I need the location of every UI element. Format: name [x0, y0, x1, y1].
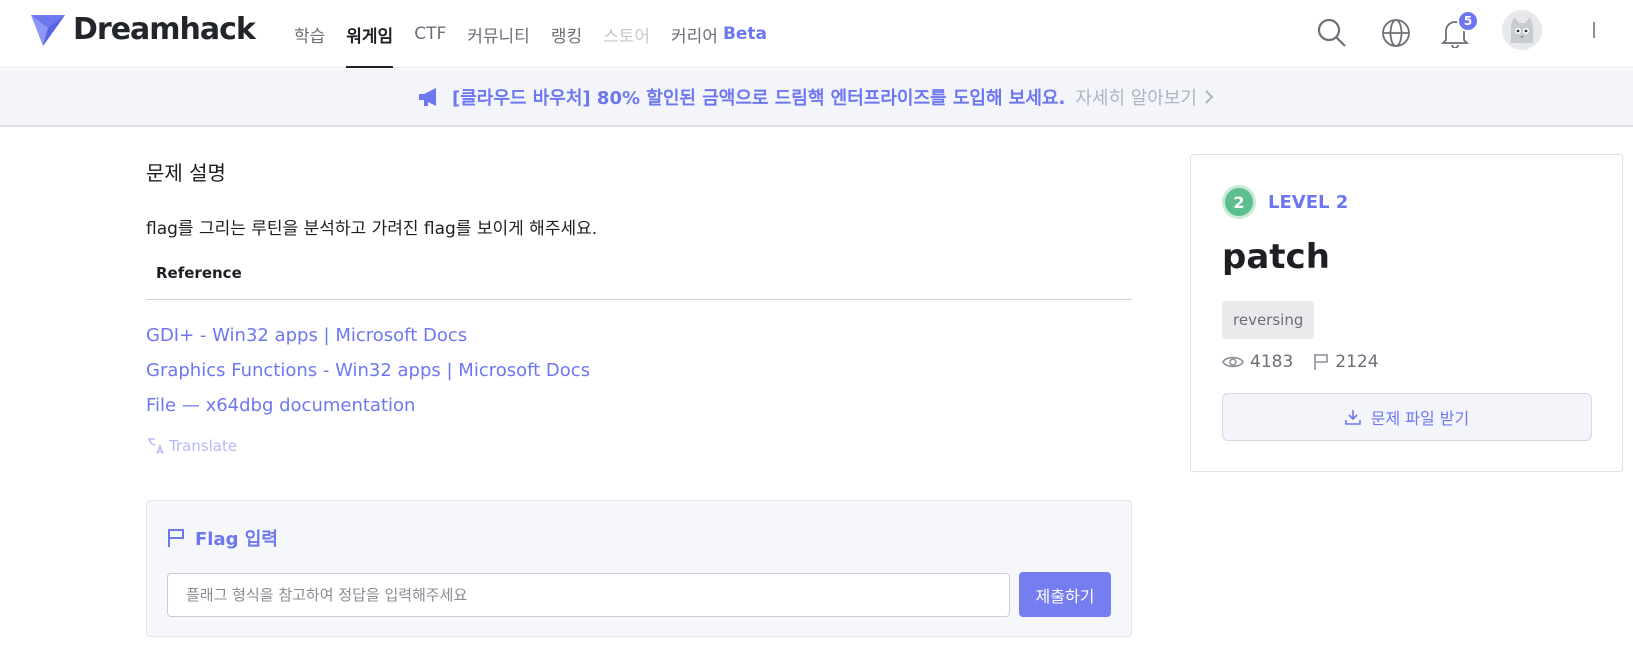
- challenge-title: patch: [1222, 237, 1330, 277]
- header-divider: [1593, 22, 1595, 38]
- level-badge: 2: [1222, 185, 1256, 219]
- search-icon: [1317, 18, 1346, 47]
- nav-item-wargame[interactable]: 워게임: [346, 0, 393, 68]
- banner-more-link[interactable]: 자세히 알아보기: [1075, 84, 1197, 110]
- problem-description: flag를 그리는 루틴을 분석하고 가려진 flag를 보이게 해주세요.: [146, 219, 598, 239]
- nav-item-store[interactable]: 스토어: [603, 0, 650, 68]
- notification-badge: 5: [1457, 10, 1479, 32]
- nav-item-learn[interactable]: 학습: [294, 0, 325, 68]
- challenge-info-card: 2 LEVEL 2 patch reversing 4183 2124 문제 파…: [1190, 154, 1623, 472]
- cat-avatar-icon: [1511, 17, 1533, 43]
- level-label: LEVEL 2: [1268, 191, 1349, 213]
- nav-item-label: 랭킹: [550, 26, 583, 47]
- nav-item-label: CTF: [414, 24, 447, 44]
- nav-item-ranking[interactable]: 랭킹: [551, 0, 582, 68]
- download-files-button[interactable]: 문제 파일 받기: [1222, 393, 1592, 441]
- nav-item-label: 커리어: [671, 26, 718, 47]
- nav-item-career[interactable]: 커리어 Beta: [671, 0, 767, 68]
- nav-item-label: 커뮤니티: [467, 26, 530, 47]
- main-nav: 학습 워게임 CTF 커뮤니티 랭킹 스토어 커리어 Beta: [294, 0, 788, 68]
- search-button[interactable]: [1314, 15, 1350, 51]
- nav-item-ctf[interactable]: CTF: [414, 0, 446, 68]
- reference-list: GDI+ - Win32 apps | Microsoft Docs Graph…: [146, 318, 590, 423]
- beta-label: Beta: [722, 24, 768, 44]
- download-icon: [1344, 410, 1361, 425]
- flag-icon: [168, 529, 184, 547]
- solves-count: 2124: [1335, 352, 1379, 372]
- flag-submit-panel: Flag 입력 제출하기: [146, 500, 1132, 637]
- reference-header-label: Reference: [156, 264, 242, 282]
- submit-flag-button[interactable]: 제출하기: [1019, 572, 1111, 617]
- dreamhack-logo-icon: [31, 14, 65, 46]
- eye-icon: [1222, 356, 1244, 368]
- flag-title: Flag 입력: [167, 525, 278, 551]
- translate-button[interactable]: Translate: [146, 436, 237, 456]
- category-tag[interactable]: reversing: [1222, 301, 1315, 339]
- translate-icon: [148, 438, 164, 455]
- nav-item-label: 워게임: [346, 26, 394, 47]
- chevron-right-icon: [1205, 90, 1214, 104]
- flag-title-label: Flag 입력: [195, 529, 278, 550]
- notification-button[interactable]: 5: [1437, 10, 1479, 51]
- download-label: 문제 파일 받기: [1370, 409, 1470, 428]
- reference-link-graphics[interactable]: Graphics Functions - Win32 apps | Micros…: [146, 353, 590, 388]
- flag-input[interactable]: [167, 573, 1010, 617]
- reference-link-x64dbg[interactable]: File — x64dbg documentation: [146, 388, 590, 423]
- megaphone-icon: [419, 88, 437, 106]
- user-avatar[interactable]: [1502, 10, 1542, 50]
- language-button[interactable]: [1378, 15, 1414, 51]
- flag-solves-icon: [1314, 354, 1329, 370]
- logo-text: Dreamhack: [73, 12, 256, 47]
- reference-header: Reference: [146, 264, 1132, 300]
- nav-item-community[interactable]: 커뮤니티: [467, 0, 530, 68]
- views-count: 4183: [1250, 352, 1294, 372]
- dreamhack-logo[interactable]: Dreamhack: [31, 12, 256, 47]
- challenge-stats: 4183 2124: [1222, 352, 1379, 372]
- top-header: Dreamhack 학습 워게임 CTF 커뮤니티 랭킹 스토어 커리어 Bet…: [0, 0, 1633, 68]
- problem-section-title: 문제 설명: [146, 161, 226, 185]
- globe-icon: [1382, 19, 1410, 47]
- banner-text: [클라우드 바우처] 80% 할인된 금액으로 드림핵 엔터프라이즈를 도입해 …: [452, 88, 1066, 109]
- reference-link-gdi[interactable]: GDI+ - Win32 apps | Microsoft Docs: [146, 318, 590, 353]
- level-indicator: 2 LEVEL 2: [1222, 185, 1348, 219]
- nav-item-label: 학습: [294, 26, 326, 47]
- translate-label: Translate: [169, 437, 238, 455]
- promo-banner[interactable]: [클라우드 바우처] 80% 할인된 금액으로 드림핵 엔터프라이즈를 도입해 …: [0, 69, 1633, 127]
- nav-item-label: 스토어: [603, 26, 651, 47]
